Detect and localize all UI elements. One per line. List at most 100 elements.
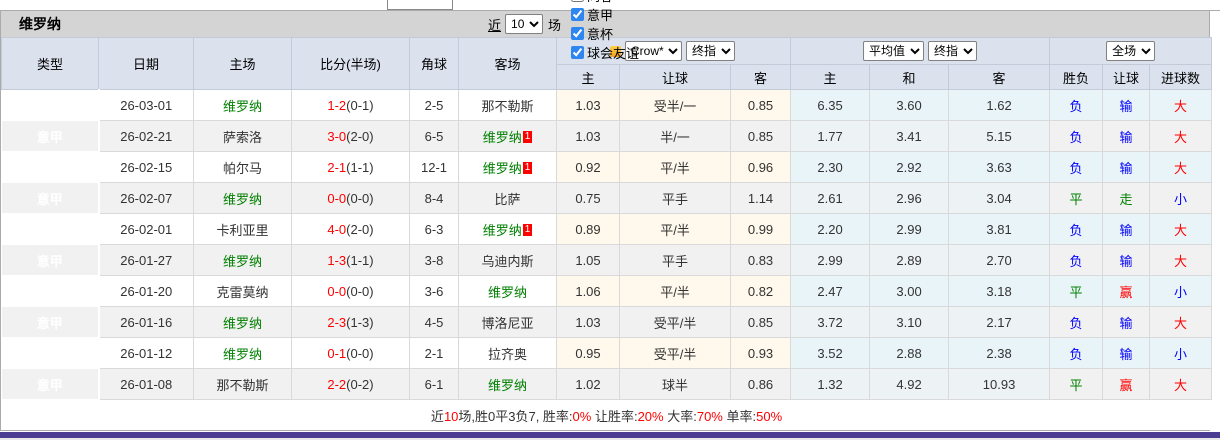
result-ah-cell: 赢 (1102, 275, 1151, 307)
result-ah-cell: 输 (1102, 213, 1151, 245)
result-ah-cell: 输 (1102, 89, 1151, 121)
result-goals-cell: 小 (1149, 337, 1213, 369)
fulltime-score: 3-0 (327, 128, 347, 144)
eu-draw-odds-cell: 3.41 (869, 120, 950, 152)
eu-draw-odds-cell: 3.10 (869, 306, 950, 338)
recent-label[interactable]: 近 (488, 15, 501, 34)
summary-segment: 单率: (722, 408, 757, 424)
fulltime-score: 4-0 (327, 221, 347, 237)
eu-home-odds-cell: 1.77 (790, 120, 871, 152)
subcol-eu-away: 客 (948, 64, 1051, 90)
result-goals-cell: 大 (1149, 368, 1213, 400)
fulltime-score: 1-2 (327, 97, 347, 113)
league-cell: 意甲 (1, 306, 100, 338)
ah-away-odds-cell: 0.85 (729, 306, 792, 338)
result-goals-cell: 小 (1149, 182, 1213, 214)
score-cell: 3-0(2-0) (291, 120, 410, 152)
home-team-name: 维罗纳 (222, 98, 262, 114)
halftime-score: (2-0) (346, 221, 374, 237)
home-team-name: 维罗纳 (222, 315, 262, 331)
eu-away-odds-cell: 2.17 (948, 306, 1051, 338)
home-team-cell: 那不勒斯 (193, 368, 292, 400)
rank-badge: 1 (522, 161, 533, 174)
halftime-score: (0-0) (346, 283, 374, 299)
date-cell: 26-02-21 (98, 120, 194, 152)
league-cell: 意甲 (1, 151, 100, 183)
home-team-cell: 维罗纳 (193, 89, 292, 121)
ah-line-cell: 受平/半 (619, 337, 731, 369)
league-cell: 意甲 (1, 337, 100, 369)
corner-cell: 2-5 (409, 89, 459, 121)
fulltime-score: 0-1 (327, 345, 347, 361)
checkbox-club-friendly[interactable] (571, 46, 585, 59)
corner-cell: 3-6 (409, 275, 459, 307)
date-cell: 26-01-16 (98, 306, 194, 338)
score-cell: 2-2(0-2) (291, 368, 410, 400)
fulltime-score: 2-2 (327, 376, 347, 392)
match-row: 意甲 26-02-01 卡利亚里 4-0(2-0) 6-3 维罗纳 1 0.89 … (1, 213, 1213, 245)
europe-stage-select[interactable]: 终指 (928, 41, 978, 61)
subcol-res-goals: 进球数 (1149, 64, 1213, 90)
result-ah-cell: 走 (1102, 182, 1151, 214)
match-row: 意甲 26-02-15 帕尔马 2-1(1-1) 12-1 维罗纳 1 0.92 … (1, 151, 1213, 183)
eu-away-odds-cell: 1.62 (948, 89, 1051, 121)
summary-row: 近10场,胜0平3负7, 胜率:0% 让胜率:20% 大率:70% 单率:50% (1, 399, 1212, 430)
col-header-corner: 角球 (409, 37, 459, 90)
league-cell: 意甲 (1, 244, 100, 276)
home-team-cell: 克雷莫纳 (193, 275, 292, 307)
summary-segment: 让胜率: (591, 408, 638, 424)
result-wdl-cell: 负 (1049, 244, 1104, 276)
result-goals-cell: 大 (1149, 306, 1213, 338)
home-team-name: 卡利亚里 (216, 222, 269, 238)
ah-away-odds-cell: 1.14 (729, 182, 792, 214)
away-team-cell: 维罗纳 1 (458, 213, 557, 245)
ah-away-odds-cell: 0.99 (729, 213, 792, 245)
checkbox-serie-a[interactable] (571, 8, 585, 21)
eu-draw-odds-cell: 3.00 (869, 275, 950, 307)
eu-home-odds-cell: 2.30 (790, 151, 871, 183)
eu-home-odds-cell: 1.32 (790, 368, 871, 400)
ah-home-odds-cell: 1.03 (556, 120, 620, 152)
result-wdl-cell: 负 (1049, 306, 1104, 338)
eu-draw-odds-cell: 2.89 (869, 244, 950, 276)
filter-option-club-friendly[interactable]: 球会友谊 (567, 43, 639, 62)
corner-cell: 6-5 (409, 120, 459, 152)
filter-label: 意杯 (587, 27, 614, 42)
away-team-name: 维罗纳 (487, 377, 527, 393)
result-goals-cell: 小 (1149, 275, 1213, 307)
europe-odds-group-header: 平均值 终指 (790, 37, 1051, 65)
away-team-name: 维罗纳 (482, 160, 522, 176)
col-header-home: 主场 (193, 37, 292, 90)
away-team-cell: 维罗纳 1 (458, 151, 557, 183)
home-team-name: 维罗纳 (222, 191, 262, 207)
ah-line-cell: 平/半 (619, 275, 731, 307)
fulltime-score: 2-3 (327, 314, 347, 330)
eu-home-odds-cell: 3.72 (790, 306, 871, 338)
away-team-name: 维罗纳 (487, 284, 527, 300)
match-row: 意甲 26-01-12 维罗纳 0-1(0-0) 2-1 拉齐奥 0.95 受平… (1, 337, 1213, 369)
summary-segment: 场,胜0平3负7, 胜率: (458, 408, 573, 424)
filter-option-serie-a[interactable]: 意甲 (567, 5, 639, 24)
ah-away-odds-cell: 0.86 (729, 368, 792, 400)
date-cell: 26-01-20 (98, 275, 194, 307)
col-header-away: 客场 (458, 37, 557, 90)
scope-select[interactable]: 全场 (1106, 41, 1156, 61)
ah-away-odds-cell: 0.96 (729, 151, 792, 183)
filter-option-coppa-italia[interactable]: 意杯 (567, 24, 639, 43)
match-row: 意甲 26-01-16 维罗纳 2-3(1-3) 4-5 博洛尼亚 1.03 受… (1, 306, 1213, 338)
fulltime-score: 0-0 (327, 283, 347, 299)
fulltime-score: 0-0 (327, 190, 347, 206)
recent-count-select[interactable]: 10 (505, 14, 544, 34)
odds-stage-select[interactable]: 终指 (686, 41, 736, 61)
europe-type-select[interactable]: 平均值 (863, 41, 925, 61)
checkbox-coppa-italia[interactable] (571, 27, 585, 40)
result-wdl-cell: 负 (1049, 151, 1104, 183)
home-team-name: 帕尔马 (222, 160, 262, 176)
away-team-name: 乌迪内斯 (481, 253, 534, 269)
checkbox-same-away[interactable] (571, 0, 585, 2)
away-team-name: 维罗纳 (482, 222, 522, 238)
halftime-score: (2-0) (346, 128, 374, 144)
result-ah-cell: 输 (1102, 120, 1151, 152)
date-cell: 26-02-15 (98, 151, 194, 183)
subcol-ah-away: 客 (729, 64, 792, 90)
